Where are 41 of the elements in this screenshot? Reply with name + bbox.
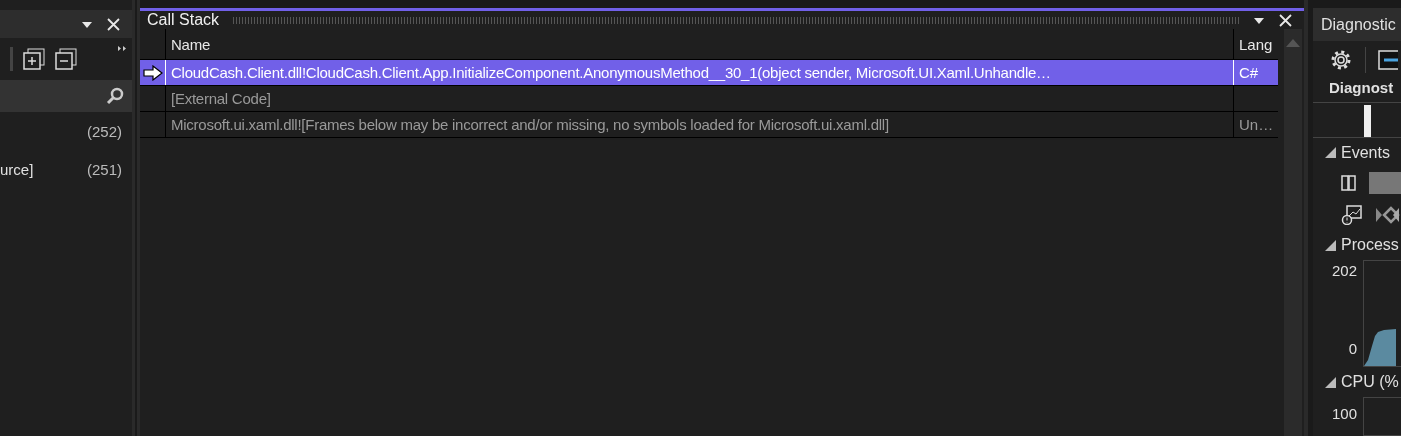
collapse-triangle-icon[interactable] [1325,147,1336,159]
dropdown-icon[interactable] [1253,15,1265,25]
search-field[interactable] [0,80,132,112]
close-icon[interactable] [107,17,120,31]
overflow-icon[interactable] [118,46,126,51]
tree-item[interactable]: urce] [0,160,34,178]
section-title[interactable]: CPU (% [1341,373,1399,392]
dropdown-icon[interactable] [81,19,93,29]
language-cell: Un… [1239,116,1274,133]
pause-icon[interactable] [1341,175,1357,192]
collapse-triangle-icon[interactable] [1325,376,1336,388]
column-header[interactable]: Name [166,29,1234,59]
item-count: (251) [86,160,122,178]
axis-label: 100 [1330,403,1358,424]
memory-chart-drawing [1364,329,1396,367]
section-title[interactable]: Process [1341,236,1399,255]
search-icon[interactable] [106,87,124,105]
column-header[interactable]: Lang [1234,29,1278,59]
event-diamonds-icon[interactable] [1375,204,1401,225]
selected-row[interactable]: CloudCash.Client.dll!CloudCash.Client.App.InitializeComponent.AnonymousMethod__30_1(object sender, Microsoft.UI.Xaml.Unhandle… C# [140,60,1278,86]
section-title[interactable]: Events [1341,144,1390,162]
tab[interactable]: Diagnost [1313,78,1401,103]
chart-frame [1363,396,1401,436]
panel-title: Call Stack [147,11,220,29]
table-row[interactable]: Microsoft.ui.xaml.dll![Frames below may be incorrect and/or missing, no symbols loaded for Microsoft.ui.xaml.dll] Un… [140,112,1278,138]
event-bar [1369,172,1401,195]
scrollbar[interactable] [1284,29,1302,436]
collapse-triangle-icon[interactable] [1325,239,1336,251]
panel-title: Diagnostic [1313,8,1401,42]
frame-name: Microsoft.ui.xaml.dll![Frames below may be incorrect and/or missing, no symbols loaded for Microsoft.ui.xaml.dll] [166,112,1234,137]
language-cell: C# [1239,64,1259,81]
expand-all-icon[interactable] [23,48,45,70]
timeline-marker[interactable] [1364,105,1371,137]
frame-name: CloudCash.Client.dll!CloudCash.Client.App.InitializeComponent.AnonymousMethod__30_1(object sender, Microsoft.UI.Xaml.Unhandle… [166,60,1234,85]
axis-label: 202 [1331,261,1357,279]
item-count: (252) [86,122,122,140]
axis-label: 0 [1348,340,1357,358]
close-icon[interactable] [1279,13,1292,27]
window-icon[interactable] [1378,48,1398,71]
event-filter-icon[interactable] [1341,204,1363,225]
collapse-all-icon[interactable] [55,48,77,70]
